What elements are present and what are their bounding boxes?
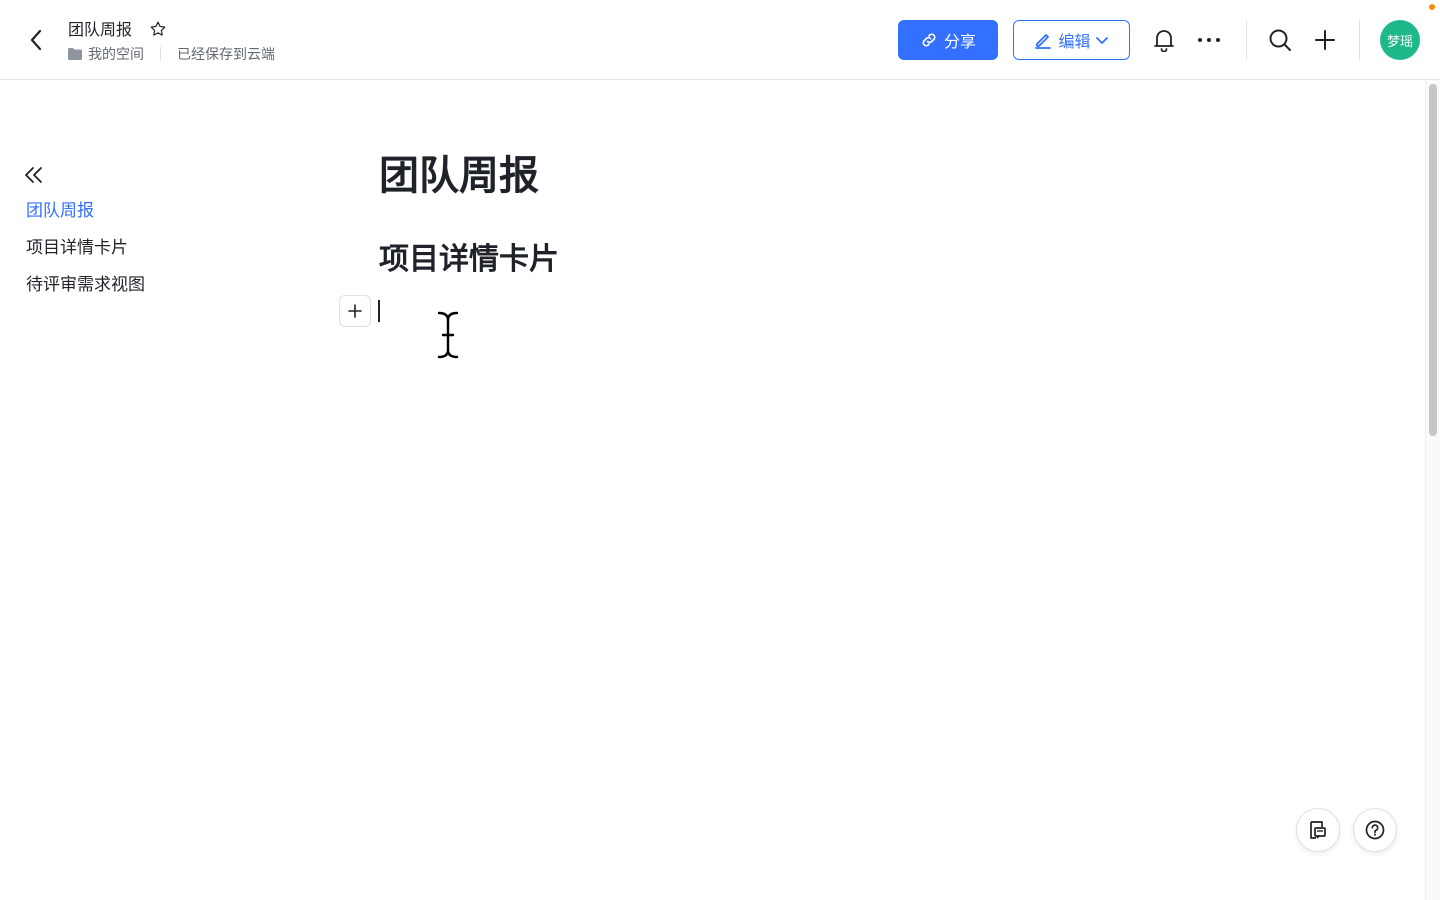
- create-button[interactable]: [1311, 26, 1339, 54]
- header-divider: [1246, 20, 1247, 60]
- save-status: 已经保存到云端: [177, 47, 275, 63]
- outline-item-project-card[interactable]: 项目详情卡片: [26, 235, 145, 261]
- doc-title[interactable]: 团队周报: [68, 19, 132, 41]
- plus-icon: [348, 304, 362, 318]
- back-icon: [30, 29, 42, 51]
- outline-item-pending-review[interactable]: 待评审需求视图: [26, 272, 145, 298]
- document-outline: 团队周报 项目详情卡片 待评审需求视图: [26, 198, 145, 309]
- comment-doc-icon: [1310, 821, 1326, 839]
- notification-dot: [1429, 4, 1435, 10]
- search-button[interactable]: [1266, 26, 1294, 54]
- more-icon: [1198, 38, 1220, 42]
- link-icon: [922, 33, 936, 47]
- breadcrumb: 我的空间 已经保存到云端: [68, 44, 275, 64]
- outline-item-team-weekly[interactable]: 团队周报: [26, 198, 145, 224]
- doc-editor-app: 团队周报 我的空间 已经保存到云端 分享 编辑 梦瑶 团队周报 项目详情卡片 待…: [0, 0, 1440, 900]
- chevron-down-icon: [1095, 37, 1108, 44]
- help-button[interactable]: [1353, 808, 1397, 852]
- header-divider: [1359, 20, 1360, 60]
- scrollbar-thumb[interactable]: [1429, 84, 1437, 436]
- text-cursor-icon: [437, 311, 459, 359]
- edit-label: 编辑: [1058, 32, 1091, 51]
- comments-button[interactable]: [1296, 808, 1340, 852]
- plus-icon: [1315, 30, 1335, 50]
- edit-mode-button[interactable]: 编辑: [1013, 20, 1130, 60]
- breadcrumb-divider: [160, 47, 161, 61]
- star-icon[interactable]: [149, 20, 167, 38]
- collapse-outline-icon[interactable]: [22, 164, 46, 186]
- more-options-button[interactable]: [1195, 26, 1223, 54]
- share-label: 分享: [943, 32, 976, 51]
- page-title[interactable]: 团队周报: [379, 148, 539, 204]
- text-caret: [378, 300, 380, 322]
- bell-icon: [1154, 30, 1174, 52]
- search-icon: [1269, 29, 1291, 51]
- breadcrumb-space[interactable]: 我的空间: [88, 44, 144, 64]
- add-block-button[interactable]: [339, 295, 371, 327]
- folder-icon: [68, 48, 82, 60]
- notifications-button[interactable]: [1150, 26, 1178, 54]
- user-avatar[interactable]: 梦瑶: [1380, 20, 1420, 60]
- share-button[interactable]: 分享: [898, 20, 998, 60]
- section-heading[interactable]: 项目详情卡片: [379, 239, 559, 281]
- help-icon: [1365, 820, 1385, 840]
- pen-icon: [1035, 34, 1052, 49]
- back-button[interactable]: [22, 26, 50, 54]
- top-bar: 团队周报 我的空间 已经保存到云端 分享 编辑 梦瑶: [0, 0, 1440, 80]
